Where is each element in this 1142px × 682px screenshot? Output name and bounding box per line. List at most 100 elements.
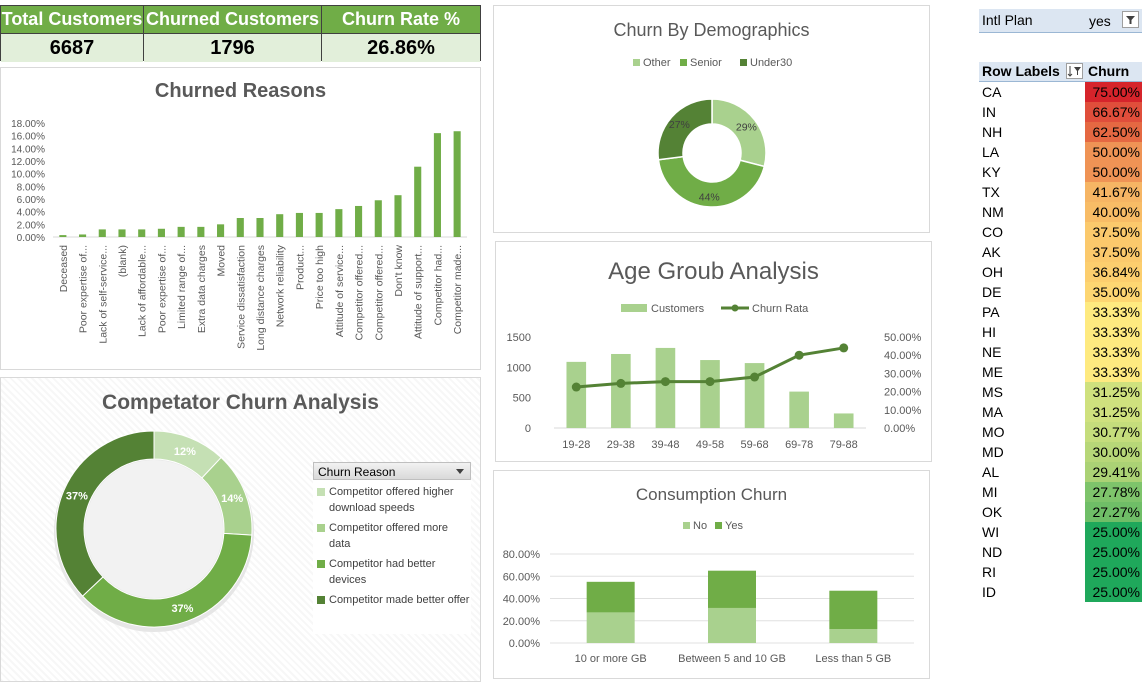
x-tick-label: Limited range of... xyxy=(176,245,188,329)
chevron-down-icon xyxy=(456,469,464,474)
legend-item[interactable]: Competitor offered higher download speed… xyxy=(313,484,471,516)
state-label: WI xyxy=(982,524,1000,540)
pivot-row[interactable]: MO 30.77% xyxy=(979,422,1142,442)
state-label: RI xyxy=(982,564,996,580)
bar xyxy=(256,218,264,237)
churn-value: 66.67% xyxy=(1085,102,1142,122)
pivot-row[interactable]: CA 75.00% xyxy=(979,82,1142,102)
y-tick-label: 10.00% xyxy=(11,170,45,181)
line-point xyxy=(616,378,626,388)
pivot-row[interactable]: TX 41.67% xyxy=(979,182,1142,202)
x-tick-label: Service dissatisfaction xyxy=(235,245,247,349)
state-label: NM xyxy=(982,204,1004,220)
pivot-row[interactable]: AL 29.41% xyxy=(979,462,1142,482)
pivot-row[interactable]: ND 25.00% xyxy=(979,542,1142,562)
churn-header: Churn xyxy=(1088,63,1130,79)
legend-item[interactable]: Competitor offered more data xyxy=(313,520,471,552)
legend-label: Yes xyxy=(725,520,743,532)
kpi-churned-customers: Churned Customers 1796 xyxy=(143,5,322,62)
pivot-row[interactable]: AK 37.50% xyxy=(979,242,1142,262)
pivot-row[interactable]: RI 25.00% xyxy=(979,562,1142,582)
legend-label: Competitor offered more data xyxy=(329,522,449,550)
x-tick-label: Lack of affordable... xyxy=(137,245,149,337)
churn-value: 33.33% xyxy=(1085,342,1142,362)
bar xyxy=(217,224,225,237)
line-point xyxy=(750,372,760,382)
churn-value: 37.50% xyxy=(1085,242,1142,262)
pivot-row[interactable]: OK 27.27% xyxy=(979,502,1142,522)
x-tick-label: Competitor had... xyxy=(432,245,444,326)
pivot-row[interactable]: HI 33.33% xyxy=(979,322,1142,342)
bar xyxy=(789,391,809,428)
pivot-row[interactable]: WI 25.00% xyxy=(979,522,1142,542)
churn-value: 25.00% xyxy=(1085,582,1142,602)
legend-item[interactable]: Competitor made better offer xyxy=(313,592,471,608)
churn-value: 25.00% xyxy=(1085,522,1142,542)
pivot-row[interactable]: NH 62.50% xyxy=(979,122,1142,142)
bar xyxy=(700,360,720,428)
x-tick-label: 59-68 xyxy=(741,439,769,451)
pivot-row[interactable]: ID 25.00% xyxy=(979,582,1142,602)
y-tick-label: 2.00% xyxy=(17,220,45,231)
pivot-row[interactable]: DE 35.00% xyxy=(979,282,1142,302)
stacked-bar xyxy=(586,612,635,643)
intl-plan-filter[interactable]: Intl Plan yes xyxy=(979,9,1142,33)
pivot-row[interactable]: MD 30.00% xyxy=(979,442,1142,462)
pivot-row[interactable]: OH 36.84% xyxy=(979,262,1142,282)
data-label: 12% xyxy=(174,446,196,458)
churn-value: 30.77% xyxy=(1085,422,1142,442)
churned-reasons-chart: 0.00% 2.00%4.00% 6.00% 8.00%10.00% 12.00% 14.… xyxy=(11,119,467,351)
bar xyxy=(138,229,146,237)
state-label: AL xyxy=(982,464,1000,480)
pivot-row[interactable]: MI 27.78% xyxy=(979,482,1142,502)
pivot-row[interactable]: NE 33.33% xyxy=(979,342,1142,362)
churned-reasons-panel[interactable]: Churned Reasons 0.00% 2.00% 4.00% 6.00% 8.00… xyxy=(0,67,481,370)
pivot-row[interactable]: NM 40.00% xyxy=(979,202,1142,222)
bar xyxy=(335,209,343,237)
legend-swatch xyxy=(680,59,687,66)
pivot-row[interactable]: LA 50.00% xyxy=(979,142,1142,162)
y-tick-label: 14.00% xyxy=(11,144,45,155)
consumption-panel[interactable]: Consumption Churn No Yes 0.00% 20.00% 40.00%… xyxy=(493,470,930,679)
legend-item[interactable]: Competitor had better devices xyxy=(313,556,471,588)
state-label: OK xyxy=(982,504,1003,520)
y-tick-label-left: 1000 xyxy=(507,362,531,374)
churn-value: 30.00% xyxy=(1085,442,1142,462)
y-tick-label-right: 20.00% xyxy=(884,387,922,399)
x-tick-label: 10 or more GB xyxy=(575,653,647,665)
bar xyxy=(655,347,676,428)
competitor-panel[interactable]: Competator Churn Analysis 12% 14% 37% 37% C… xyxy=(0,377,481,682)
age-group-panel[interactable]: Age Groub Analysis Customers Churn Rata 0 5… xyxy=(495,241,932,462)
legend-filter-button[interactable]: Churn Reason xyxy=(313,462,471,480)
state-label: MO xyxy=(982,424,1005,440)
pivot-row[interactable]: MS 31.25% xyxy=(979,382,1142,402)
stacked-bar xyxy=(829,590,878,630)
stacked-bar xyxy=(708,570,756,608)
bar xyxy=(197,226,205,237)
y-tick-label-right: 0.00% xyxy=(884,423,915,435)
sort-filter-icon[interactable] xyxy=(1066,63,1083,79)
legend-swatch xyxy=(621,304,647,312)
filter-icon[interactable] xyxy=(1122,11,1139,28)
kpi-label: Total Customers xyxy=(1,6,143,34)
legend-marker xyxy=(731,304,739,312)
pivot-row[interactable]: IN 66.67% xyxy=(979,102,1142,122)
x-tick-label: 29-38 xyxy=(607,439,635,451)
data-label: 37% xyxy=(66,491,88,503)
stacked-bar xyxy=(586,581,635,613)
pivot-row[interactable]: MA 31.25% xyxy=(979,402,1142,422)
bar xyxy=(98,229,106,237)
bar xyxy=(59,235,67,237)
pivot-row[interactable]: KY 50.00% xyxy=(979,162,1142,182)
y-tick-label: 18.00% xyxy=(11,119,45,130)
state-label: AK xyxy=(982,244,1001,260)
y-tick-label-right: 10.00% xyxy=(884,405,922,417)
state-label: ME xyxy=(982,364,1003,380)
x-tick-label: Product... xyxy=(294,245,306,290)
state-label: IN xyxy=(982,104,996,120)
legend-label: No xyxy=(693,520,707,532)
pivot-row[interactable]: ME 33.33% xyxy=(979,362,1142,382)
pivot-row[interactable]: PA 33.33% xyxy=(979,302,1142,322)
demographics-panel[interactable]: Churn By Demographics Other Senior Under30… xyxy=(493,5,930,233)
pivot-row[interactable]: CO 37.50% xyxy=(979,222,1142,242)
